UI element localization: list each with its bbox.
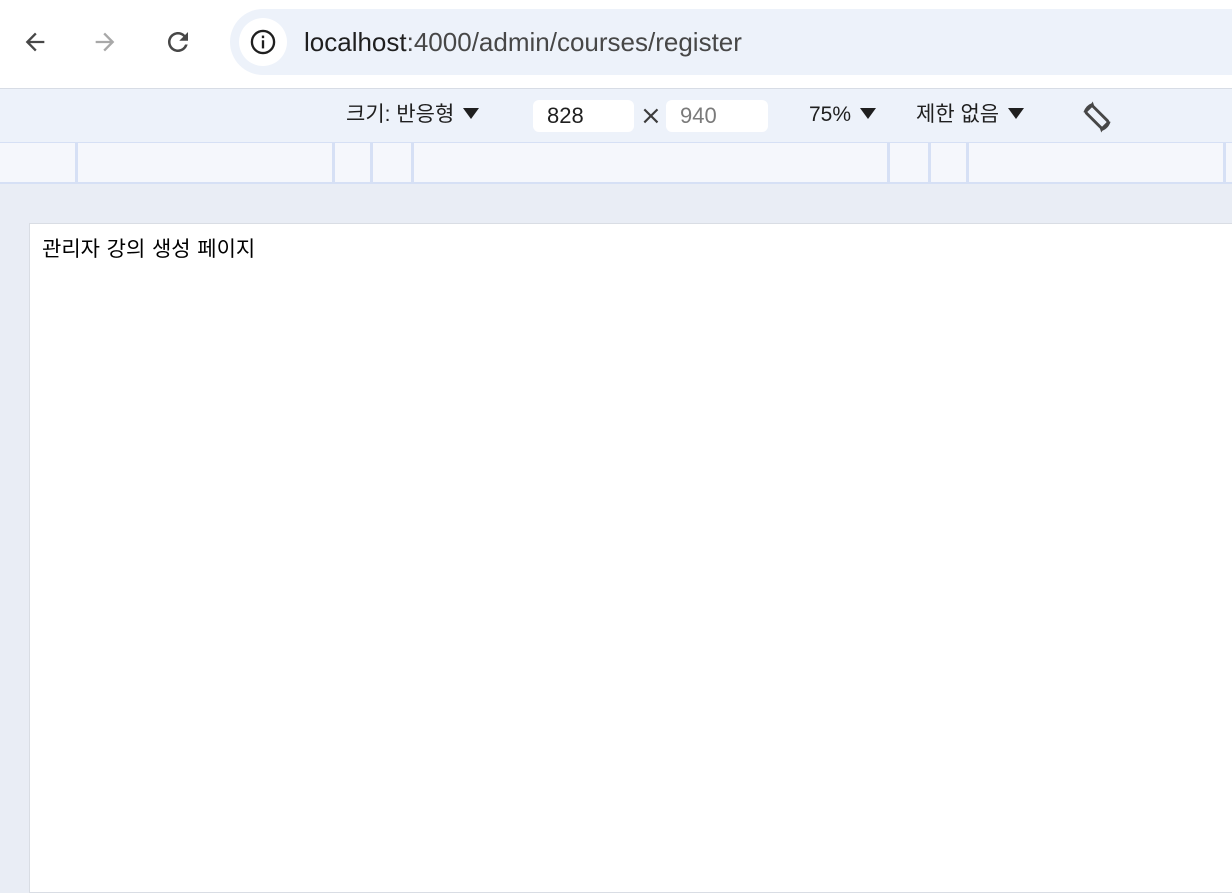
ruler-mark[interactable]	[370, 143, 373, 182]
ruler-mark[interactable]	[966, 143, 969, 182]
ruler-mark[interactable]	[75, 143, 78, 182]
forward-button[interactable]	[85, 22, 125, 62]
zoom-label: 75%	[809, 103, 852, 126]
caret-down-icon	[463, 107, 480, 119]
width-input[interactable]	[533, 100, 634, 132]
device-toolbar: 크기: 반응형 × 75% 제한 없음	[0, 89, 1232, 143]
ruler-mark[interactable]	[887, 143, 890, 182]
rotate-button[interactable]	[1077, 97, 1117, 137]
arrow-left-icon	[25, 32, 45, 52]
device-viewport: 관리자 강의 생성 페이지	[29, 223, 1232, 893]
reload-button[interactable]	[158, 22, 198, 62]
media-query-ruler	[0, 143, 1232, 184]
info-icon	[250, 29, 276, 55]
height-input[interactable]	[666, 100, 768, 132]
rotate-icon	[1083, 101, 1111, 133]
url-path: :4000/admin/courses/register	[406, 27, 742, 57]
zoom-dropdown[interactable]: 75%	[809, 102, 877, 128]
caret-down-icon	[860, 107, 877, 119]
address-bar[interactable]: localhost:4000/admin/courses/register	[230, 9, 1232, 75]
throttling-label: 제한 없음	[916, 103, 1000, 126]
ruler-mark[interactable]	[928, 143, 931, 182]
ruler-mark[interactable]	[411, 143, 414, 182]
dimensions-dropdown[interactable]: 크기: 반응형	[346, 102, 480, 128]
url-text[interactable]: localhost:4000/admin/courses/register	[304, 26, 742, 58]
reload-icon	[168, 32, 188, 52]
url-host: localhost	[304, 27, 407, 57]
ruler-mark[interactable]	[332, 143, 335, 182]
throttling-dropdown[interactable]: 제한 없음	[916, 102, 1025, 128]
site-info-button[interactable]	[239, 18, 287, 66]
dimensions-label: 크기: 반응형	[346, 103, 455, 126]
back-button[interactable]	[15, 22, 55, 62]
caret-down-icon	[1008, 107, 1025, 119]
times-symbol: ×	[640, 101, 662, 131]
browser-toolbar: localhost:4000/admin/courses/register	[0, 0, 1232, 89]
arrow-right-icon	[95, 32, 115, 52]
page-heading: 관리자 강의 생성 페이지	[42, 237, 256, 261]
ruler-mark[interactable]	[1223, 143, 1226, 182]
